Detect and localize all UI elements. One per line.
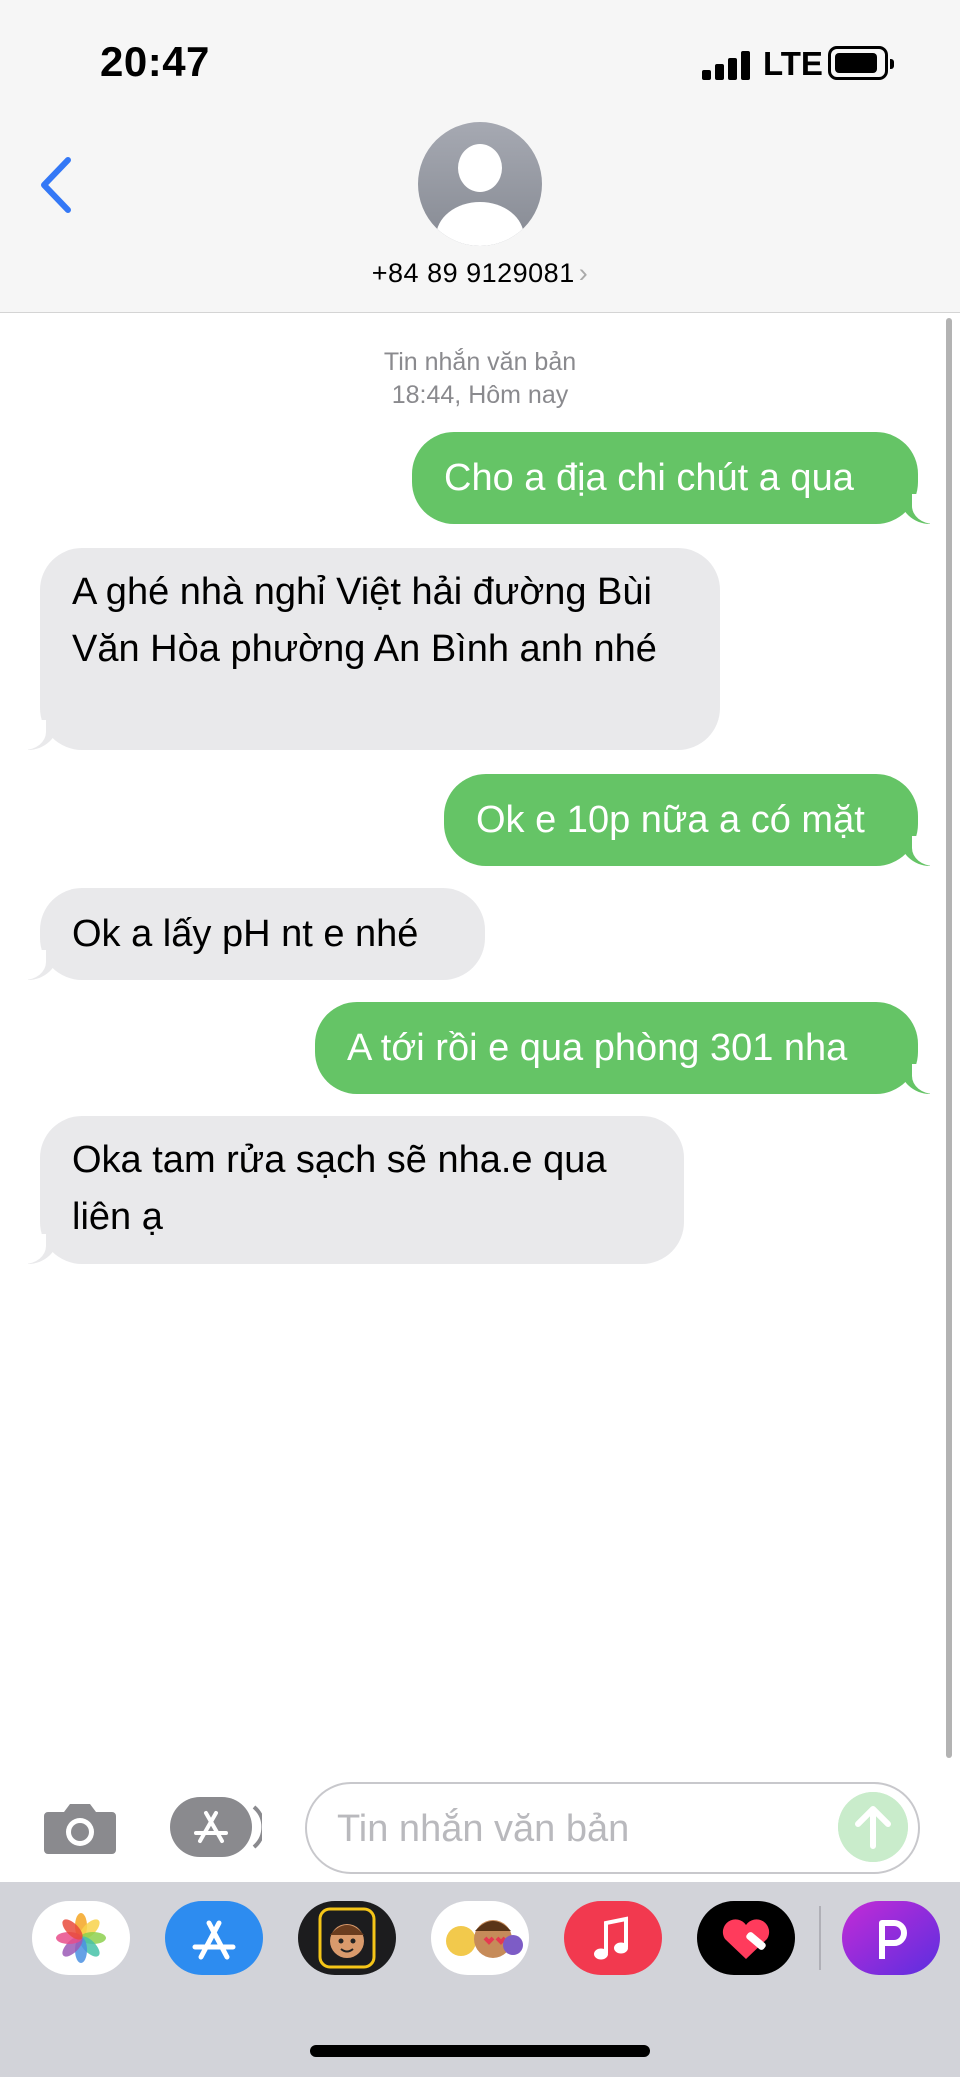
received-message-bubble[interactable]: A ghé nhà nghỉ Việt hải đường Bùi Văn Hò… [24,548,720,750]
message-type-label: Tin nhắn văn bản [383,348,577,376]
contact-number: +84 89 9129081 [371,258,575,288]
message-text: A tới rồi e qua phòng 301 nha [347,1027,848,1069]
status-time: 20:47 [100,38,210,85]
message-text: Ok a lấy pH nt e nhé [72,913,419,955]
home-indicator[interactable] [310,2045,650,2057]
music-icon[interactable] [564,1901,662,1975]
app-store-icon[interactable] [165,1901,263,1975]
photos-icon[interactable] [32,1901,130,1975]
contact-name[interactable]: +84 89 9129081 › [0,258,960,289]
sent-message-bubble[interactable]: A tới rồi e qua phòng 301 nha [315,1002,934,1094]
sent-message-bubble[interactable]: Ok e 10p nữa a có mặt [444,774,934,866]
message-text: A ghé nhà nghỉ Việt hải đường Bùi Văn Hò… [72,571,657,670]
scrollbar[interactable] [946,318,952,1758]
back-chevron-icon[interactable] [34,150,84,220]
received-message-bubble[interactable]: Ok a lấy pH nt e nhé [24,888,485,980]
camera-icon[interactable] [42,1800,118,1856]
thread-timestamp: Tin nhắn văn bản 18:44, Hôm nay [0,346,960,412]
message-input[interactable] [335,1798,819,1860]
animoji-stickers-icon[interactable] [431,1901,529,1975]
memoji-icon[interactable] [298,1901,396,1975]
chevron-right-icon: › [578,258,589,288]
message-input-field[interactable] [305,1782,920,1874]
app-store-drawer-icon[interactable] [170,1797,262,1857]
network-type: LTE [763,45,823,82]
picsart-icon[interactable] [842,1901,940,1975]
timestamp-label: 18:44, Hôm nay [391,381,569,409]
sent-message-bubble[interactable]: Cho a địa chi chút a qua [412,432,934,524]
heart-app-icon[interactable] [697,1901,795,1975]
conversation-header: 20:47 LTE +84 89 9129081 › [0,0,960,313]
dock-separator [819,1906,821,1970]
message-text: Cho a địa chi chút a qua [444,457,854,499]
message-text: Oka tam rửa sạch sẽ nha.e qua liên ạ [72,1139,607,1238]
message-text: Ok e 10p nữa a có mặt [476,799,865,841]
contact-avatar[interactable] [418,122,542,246]
received-message-bubble[interactable]: Oka tam rửa sạch sẽ nha.e qua liên ạ [24,1116,684,1264]
battery-icon [828,46,894,80]
send-arrow-icon[interactable] [838,1792,908,1862]
cellular-signal-icon [702,50,754,80]
